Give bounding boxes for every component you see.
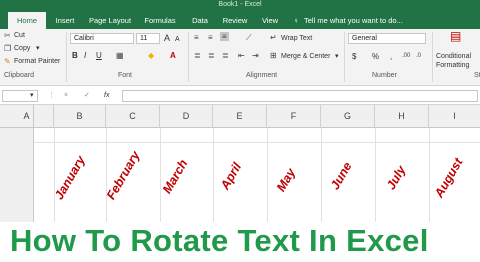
shrink-font-icon[interactable]: A [175, 35, 180, 44]
styles-group-label: St [474, 72, 480, 79]
caption-banner: How To Rotate Text In Excel [0, 222, 480, 262]
tell-me-search[interactable]: Tell me what you want to do... [304, 12, 480, 29]
orientation-icon[interactable]: ⟋ [246, 33, 252, 42]
tab-insert[interactable]: Insert [50, 12, 80, 29]
percent-button[interactable]: % [372, 52, 379, 61]
increase-decimal-icon[interactable]: .00 [402, 52, 410, 61]
copy-icon: ❐ [4, 44, 12, 53]
currency-button[interactable]: $ [352, 52, 356, 61]
tab-review[interactable]: Review [218, 12, 252, 29]
divider [344, 32, 345, 82]
tab-page-layout[interactable]: Page Layout [84, 12, 136, 29]
wrap-text-icon: ↵ [270, 33, 277, 42]
window-title: Book1 - Excel [218, 1, 262, 8]
divider [432, 32, 433, 82]
conditional-formatting-icon: ▤ [450, 29, 462, 43]
column-header-c[interactable]: C [106, 105, 160, 128]
column-header-h[interactable]: H [375, 105, 429, 128]
column-header-f[interactable]: F [267, 105, 321, 128]
font-size-select[interactable]: 11 [136, 33, 160, 44]
cell-june[interactable]: June [328, 160, 355, 192]
ribbon-tabs: Home Insert Page Layout Formulas Data Re… [0, 10, 480, 29]
conditional-formatting-button[interactable]: Conditional [436, 52, 471, 61]
cell-august[interactable]: August [432, 156, 466, 200]
font-color-icon[interactable]: A [170, 51, 176, 60]
fx-icon[interactable]: fx [104, 91, 109, 100]
fill-color-icon[interactable]: ◆ [148, 51, 154, 60]
font-name-value: Calibri [74, 35, 94, 42]
align-top-icon[interactable]: ≡ [194, 33, 199, 42]
more-icon: ⋮ [48, 92, 55, 99]
decrease-decimal-icon[interactable]: .0 [416, 52, 421, 61]
decrease-indent-icon[interactable]: ⇤ [238, 51, 245, 60]
formula-input[interactable] [122, 90, 478, 102]
align-bottom-icon[interactable]: ≡ [220, 32, 229, 41]
cell-july[interactable]: July [384, 163, 409, 192]
enter-icon[interactable]: ✓ [84, 91, 90, 100]
italic-button[interactable]: I [84, 51, 86, 60]
formatting-label[interactable]: Formatting [436, 61, 469, 70]
scissors-icon: ✂ [4, 31, 11, 40]
align-middle-icon[interactable]: ≡ [208, 33, 213, 42]
column-headers: A B C D E F G H I [0, 105, 480, 128]
copy-dropdown-icon[interactable]: ▾ [36, 44, 40, 53]
column-header-e[interactable]: E [213, 105, 267, 128]
column-header-b[interactable]: B [54, 105, 106, 128]
lightbulb-icon: ♀ [293, 16, 299, 25]
increase-indent-icon[interactable]: ⇥ [252, 51, 259, 60]
align-center-icon[interactable]: ≣ [208, 51, 215, 60]
tab-data[interactable]: Data [186, 12, 214, 29]
borders-icon[interactable]: ▦ [116, 51, 124, 60]
column-header-g[interactable]: G [321, 105, 375, 128]
wrap-text-button[interactable]: Wrap Text [281, 34, 312, 43]
tab-view[interactable]: View [256, 12, 284, 29]
align-left-icon[interactable]: ≣ [194, 51, 201, 60]
number-format-select[interactable]: General [348, 33, 426, 44]
merge-icon: ⊞ [270, 51, 277, 60]
copy-button[interactable]: Copy [14, 44, 30, 53]
number-format-value: General [352, 35, 377, 42]
font-size-value: 11 [140, 35, 148, 42]
tab-home[interactable]: Home [8, 12, 46, 29]
underline-button[interactable]: U [96, 51, 102, 60]
font-group-label: Font [118, 72, 133, 79]
title-bar: Book1 - Excel [0, 0, 480, 10]
divider [188, 32, 189, 82]
tab-formulas[interactable]: Formulas [140, 12, 180, 29]
bold-button[interactable]: B [72, 51, 78, 60]
cell-february[interactable]: February [104, 149, 143, 202]
worksheet-cells[interactable]: January February March April May June Ju… [34, 128, 480, 223]
column-header-a[interactable]: A [0, 105, 54, 128]
cell-april[interactable]: April [218, 160, 244, 192]
cell-may[interactable]: May [274, 166, 298, 194]
grow-font-icon[interactable]: A [164, 34, 170, 43]
cancel-icon[interactable]: × [64, 91, 68, 100]
format-painter-button[interactable]: Format Painter [14, 57, 60, 66]
cell-january[interactable]: January [52, 153, 88, 202]
merge-center-button[interactable]: Merge & Center [281, 52, 330, 61]
merge-dropdown-icon[interactable]: ▾ [335, 52, 339, 61]
column-header-d[interactable]: D [160, 105, 213, 128]
cut-button[interactable]: Cut [14, 31, 25, 40]
caption-text: How To Rotate Text In Excel [10, 223, 429, 258]
ribbon: ✂ Cut ❐ Copy ▾ ✎ Format Painter Clipboar… [0, 29, 480, 86]
clipboard-group-label: Clipboard [4, 72, 34, 79]
column-header-i[interactable]: I [429, 105, 480, 128]
cell-march[interactable]: March [160, 157, 191, 196]
align-right-icon[interactable]: ≣ [222, 51, 229, 60]
paintbrush-icon: ✎ [4, 57, 11, 66]
font-name-select[interactable]: Calibri [70, 33, 134, 44]
divider [66, 32, 67, 82]
number-group-label: Number [372, 72, 397, 79]
name-box-dropdown-icon[interactable]: ▾ [30, 91, 34, 100]
alignment-group-label: Alignment [246, 72, 278, 79]
formula-bar: ▾ ⋮ × ✓ fx [0, 86, 480, 105]
comma-button[interactable]: , [390, 52, 392, 61]
